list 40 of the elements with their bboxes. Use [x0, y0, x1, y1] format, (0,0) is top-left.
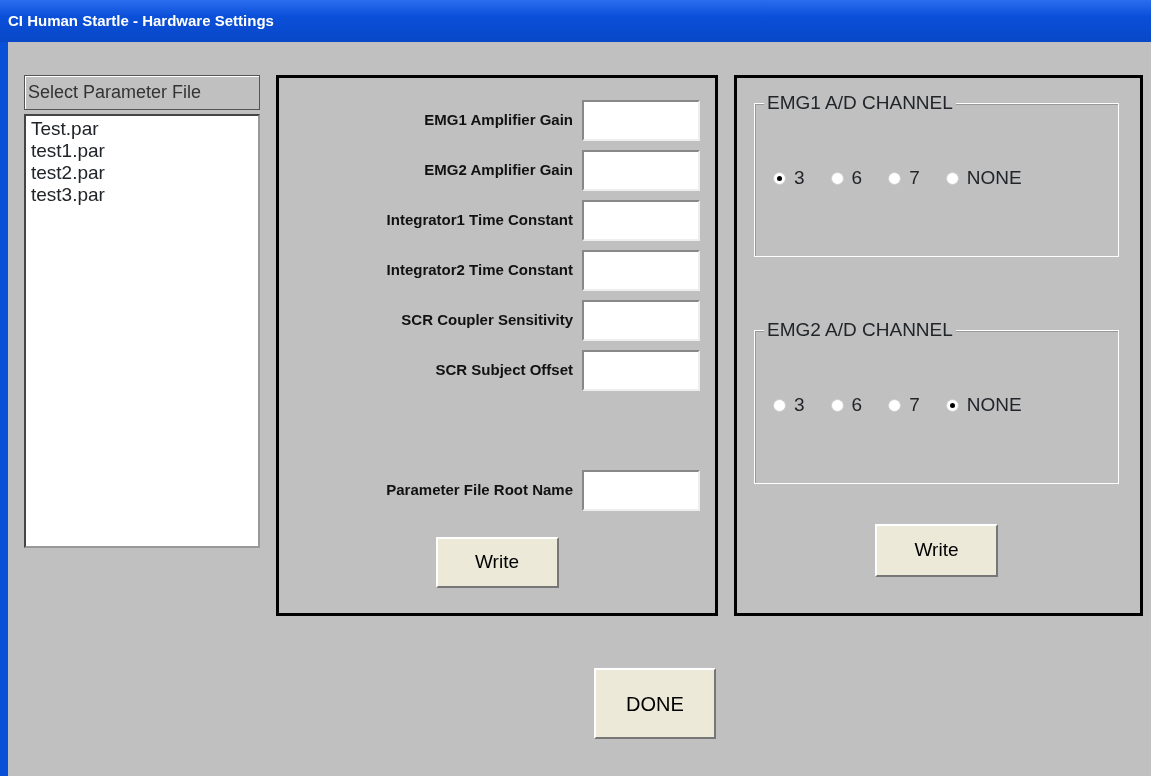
radio-option[interactable]: NONE	[945, 391, 1022, 420]
field-label: SCR Subject Offset	[435, 359, 573, 380]
radio-button[interactable]	[888, 398, 902, 412]
radio-button[interactable]	[830, 171, 844, 185]
field-label: EMG1 Amplifier Gain	[424, 109, 573, 130]
window-title: CI Human Startle - Hardware Settings	[8, 10, 274, 31]
input-field[interactable]	[582, 249, 700, 291]
input-field[interactable]	[582, 99, 700, 141]
input-field[interactable]	[582, 149, 700, 191]
radio-option[interactable]: NONE	[945, 164, 1022, 193]
list-label: Select Parameter File	[24, 75, 260, 110]
radio-option[interactable]: 3	[773, 391, 805, 420]
field-label: Integrator1 Time Constant	[386, 209, 573, 230]
list-item[interactable]: test2.par	[31, 162, 253, 184]
list-item[interactable]: test3.par	[31, 184, 253, 206]
done-button[interactable]: DONE	[594, 668, 716, 739]
radio-option[interactable]: 6	[830, 391, 863, 420]
radio-option[interactable]: 7	[888, 164, 920, 193]
list-item[interactable]: test1.par	[31, 140, 253, 162]
input-field[interactable]	[582, 469, 700, 511]
field-label: Integrator2 Time Constant	[386, 259, 573, 280]
file-list[interactable]: Test.par test1.par test2.par test3.par	[24, 114, 260, 548]
radio-button[interactable]	[945, 171, 959, 185]
field-label: EMG2 Amplifier Gain	[424, 159, 573, 180]
list-item[interactable]: Test.par	[31, 118, 253, 140]
write-button[interactable]: Write	[875, 524, 998, 577]
field-label: Parameter File Root Name	[386, 479, 573, 500]
radio-button[interactable]	[888, 171, 902, 185]
write-button[interactable]: Write	[435, 537, 559, 588]
radio-button[interactable]	[773, 171, 786, 185]
radio-button[interactable]	[773, 398, 786, 412]
radio-option[interactable]: 7	[888, 391, 920, 420]
radio-option[interactable]: 3	[773, 164, 805, 193]
radio-button[interactable]	[830, 398, 844, 412]
input-field[interactable]	[582, 199, 700, 241]
radio-option[interactable]: 6	[830, 164, 863, 193]
input-field[interactable]	[582, 349, 700, 391]
radio-button[interactable]	[945, 398, 959, 412]
field-label: SCR Coupler Sensitivity	[401, 309, 573, 330]
input-field[interactable]	[582, 299, 700, 341]
